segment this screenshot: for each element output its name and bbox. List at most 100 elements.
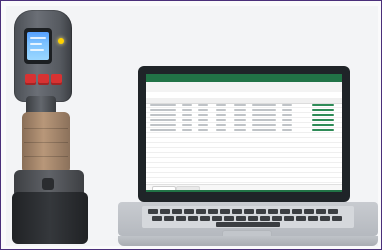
laptop-key (212, 216, 222, 221)
spreadsheet-cell (282, 104, 292, 106)
spreadsheet-cell (234, 104, 246, 106)
spreadsheet-cell (216, 114, 226, 116)
laptop-front-edge (118, 236, 378, 246)
laptop-key (164, 216, 174, 221)
spreadsheet-cell (198, 129, 208, 131)
device-button-left (25, 74, 36, 85)
device-base (12, 192, 88, 244)
spreadsheet-cell (182, 109, 192, 111)
spreadsheet-cell-highlight (312, 104, 334, 106)
laptop-key (316, 209, 326, 214)
laptop-key (188, 216, 198, 221)
device-screen-line (30, 43, 42, 45)
spreadsheet-cell (198, 119, 208, 121)
spreadsheet-cell (282, 114, 292, 116)
spreadsheet-cell (198, 124, 208, 126)
laptop-key (260, 216, 270, 221)
spreadsheet-cell-highlight (312, 109, 334, 111)
laptop-key (148, 209, 158, 214)
spreadsheet-cell (182, 129, 192, 131)
spreadsheet-cell (216, 109, 226, 111)
product-photo (6, 6, 378, 246)
spreadsheet-ribbon (146, 82, 342, 92)
spreadsheet-cell (182, 119, 192, 121)
laptop-key (280, 209, 290, 214)
spreadsheet-cell (234, 129, 246, 131)
device-screen-line (30, 37, 46, 39)
spreadsheet-cell (282, 124, 292, 126)
spreadsheet-cell (282, 109, 292, 111)
laptop-key (220, 209, 230, 214)
laptop-key (248, 216, 258, 221)
device-handle-grip (24, 142, 68, 143)
laptop-key (292, 209, 302, 214)
laptop-key (236, 216, 246, 221)
laptop-key (272, 216, 282, 221)
laptop-key (224, 216, 234, 221)
spreadsheet-cell (182, 104, 192, 106)
device-button-right (51, 74, 62, 85)
spreadsheet-cell-highlight (312, 119, 334, 121)
spreadsheet-cell (252, 129, 276, 131)
laptop (118, 66, 378, 246)
laptop-key (244, 209, 254, 214)
spreadsheet-cell (234, 124, 246, 126)
spreadsheet-cell (182, 124, 192, 126)
spreadsheet-cell (198, 104, 208, 106)
laptop-key (320, 216, 330, 221)
spreadsheet-cell (150, 124, 176, 126)
laptop-key (256, 209, 266, 214)
laptop-keyboard (142, 206, 354, 228)
spreadsheet-cell (150, 109, 176, 111)
laptop-key (284, 216, 294, 221)
spreadsheet-cell-highlight (312, 124, 334, 126)
laptop-spacebar (216, 222, 280, 227)
spreadsheet-cell (252, 109, 276, 111)
device-handle-grip (24, 128, 68, 129)
handheld-device (12, 10, 88, 244)
laptop-key (232, 209, 242, 214)
spreadsheet-cell (252, 119, 276, 121)
spreadsheet-cell (198, 114, 208, 116)
laptop-key (196, 209, 206, 214)
spreadsheet-cell (150, 114, 176, 116)
laptop-key (296, 216, 306, 221)
laptop-key (200, 216, 210, 221)
spreadsheet-cell (252, 124, 276, 126)
laptop-key (160, 209, 170, 214)
spreadsheet-cell (216, 129, 226, 131)
spreadsheet-cell (150, 129, 176, 131)
spreadsheet-row (146, 178, 342, 183)
laptop-key (172, 209, 182, 214)
laptop-key (328, 209, 338, 214)
spreadsheet-cell-highlight (312, 129, 334, 131)
laptop-key (268, 209, 278, 214)
spreadsheet-cell (182, 114, 192, 116)
device-handle-grip (24, 156, 68, 157)
laptop-key (308, 216, 318, 221)
spreadsheet-titlebar (146, 74, 342, 82)
spreadsheet-cell (198, 109, 208, 111)
spreadsheet-cell (234, 119, 246, 121)
spreadsheet-cell (216, 119, 226, 121)
spreadsheet-cell (252, 114, 276, 116)
spreadsheet-cell (234, 114, 246, 116)
laptop-key (208, 209, 218, 214)
spreadsheet-cell (150, 104, 176, 106)
laptop-key (304, 209, 314, 214)
spreadsheet-cell-highlight (312, 114, 334, 116)
spreadsheet-cell (282, 119, 292, 121)
device-screen-line (30, 49, 44, 51)
device-button-center (38, 74, 49, 85)
laptop-display (146, 74, 342, 192)
spreadsheet-cell (282, 129, 292, 131)
laptop-key (332, 216, 342, 221)
laptop-key (184, 209, 194, 214)
laptop-key (176, 216, 186, 221)
photo-frame (0, 0, 382, 250)
spreadsheet-cell (216, 104, 226, 106)
device-handle (22, 112, 70, 174)
spreadsheet-cell (216, 124, 226, 126)
laptop-key (152, 216, 162, 221)
spreadsheet-cell (150, 119, 176, 121)
